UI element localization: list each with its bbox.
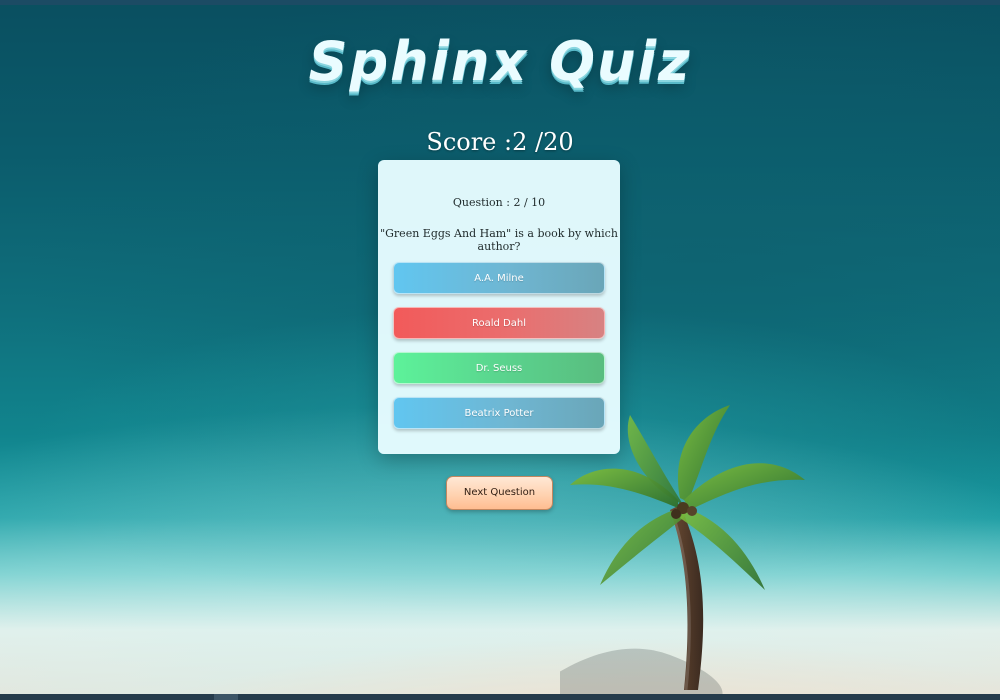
bottom-bar-tab [214, 694, 238, 700]
score-display: Score :2 /20 [426, 128, 574, 156]
answer-option-dr-seuss[interactable]: Dr. Seuss [393, 352, 605, 384]
bottom-window-bar [0, 694, 1000, 700]
answer-option-a-a-milne[interactable]: A.A. Milne [393, 262, 605, 294]
question-counter: Question : 2 / 10 [452, 196, 546, 209]
quiz-card: Question : 2 / 10 "Green Eggs And Ham" i… [378, 160, 620, 454]
next-question-button[interactable]: Next Question [446, 476, 553, 510]
app-title: Sphinx Quiz [308, 30, 692, 93]
answer-option-roald-dahl[interactable]: Roald Dahl [393, 307, 605, 339]
answer-option-beatrix-potter[interactable]: Beatrix Potter [393, 397, 605, 429]
question-text: "Green Eggs And Ham" is a book by which … [380, 227, 618, 253]
top-window-bar [0, 0, 1000, 5]
